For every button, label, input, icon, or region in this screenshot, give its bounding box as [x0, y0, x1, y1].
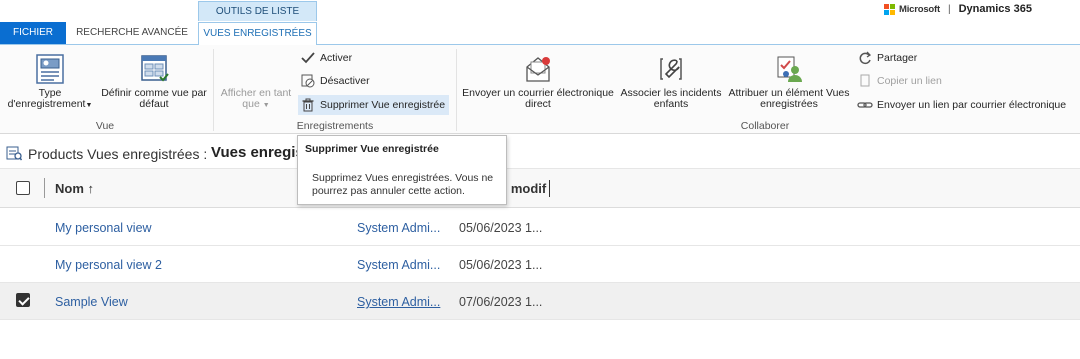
- row-owner-link[interactable]: System Admi...: [357, 221, 443, 235]
- display-as-label-2: que: [242, 98, 260, 110]
- email-link-button[interactable]: Envoyer un lien par courrier électroniqu…: [857, 95, 1066, 115]
- group-label-enregistrements: Enregistrements: [296, 120, 374, 132]
- chevron-down-icon: ▼: [262, 102, 270, 109]
- table-row[interactable]: Sample View System Admi... 07/06/2023 1.…: [0, 283, 1080, 320]
- group-label-vue: Vue: [95, 120, 115, 132]
- group-divider: [213, 49, 214, 131]
- copy-link-label: Copier un lien: [877, 75, 942, 87]
- grid-title-bar: Products Vues enregistrées : Vues enregi…: [0, 139, 1080, 167]
- column-resize-handle[interactable]: [549, 180, 550, 197]
- trash-icon: [300, 97, 316, 113]
- group-label-collaborer: Collaborer: [740, 120, 790, 132]
- record-type-icon: [36, 54, 64, 84]
- tooltip-title: Supprimer Vue enregistrée: [305, 143, 439, 155]
- display-as-button[interactable]: Afficher en tant que ▼: [216, 88, 296, 111]
- delete-view-tooltip: Supprimer Vue enregistrée Supprimez Vues…: [297, 135, 507, 205]
- envelope-icon: [526, 57, 550, 82]
- tab-vues-enregistrees[interactable]: VUES ENREGISTRÉES: [198, 22, 317, 45]
- assign-user-icon: [777, 56, 802, 82]
- tooltip-body: Supprimez Vues enregistrées. Vous ne pou…: [312, 172, 494, 197]
- row-name-link[interactable]: My personal view 2: [55, 258, 162, 272]
- row-modified-date: 07/06/2023 1...: [459, 295, 543, 309]
- set-default-label-2: défaut: [139, 98, 169, 110]
- microsoft-label: Microsoft: [899, 3, 940, 15]
- command-ribbon: Type d'enregistrement▼ Définir comme vue…: [0, 44, 1080, 134]
- copy-link-icon: [857, 73, 873, 89]
- saved-view-icon: [6, 146, 22, 161]
- column-header-name[interactable]: Nom ↑: [55, 181, 94, 196]
- grid-column-header: Nom ↑ e modif: [0, 168, 1080, 208]
- assign-saved-view-button[interactable]: Attribuer un élément Vues enregistrées: [724, 53, 854, 110]
- tab-fichier[interactable]: FICHIER: [0, 22, 66, 44]
- associate-label-2: enfants: [653, 98, 689, 110]
- copy-link-button[interactable]: Copier un lien: [857, 71, 942, 91]
- send-direct-email-button[interactable]: Envoyer un courrier électronique direct: [458, 53, 618, 110]
- set-default-view-icon: [141, 55, 169, 82]
- share-label: Partager: [877, 52, 918, 64]
- tab-recherche-avancee[interactable]: RECHERCHE AVANCÉE: [66, 22, 198, 44]
- row-name-link[interactable]: My personal view: [55, 221, 152, 235]
- row-modified-date: 05/06/2023 1...: [459, 221, 543, 235]
- row-modified-date: 05/06/2023 1...: [459, 258, 543, 272]
- deactivate-label: Désactiver: [320, 75, 370, 87]
- row-checkbox[interactable]: [16, 293, 30, 307]
- context-group-label: OUTILS DE LISTE: [198, 1, 317, 21]
- select-all-checkbox[interactable]: [16, 181, 30, 195]
- row-owner-link[interactable]: System Admi...: [357, 258, 443, 272]
- share-button[interactable]: Partager: [857, 48, 917, 68]
- microsoft-logo-icon: [884, 3, 895, 15]
- delete-saved-view-button[interactable]: Supprimer Vue enregistrée: [298, 95, 450, 115]
- set-default-view-button[interactable]: Définir comme vue par défaut: [98, 53, 210, 110]
- top-tab-strip: OUTILS DE LISTE FICHIER RECHERCHE AVANCÉ…: [0, 0, 1080, 45]
- checkmark-icon: [300, 50, 316, 66]
- send-email-label-2: direct: [525, 98, 551, 110]
- record-type-label-2: d'enregistrement: [7, 98, 86, 110]
- table-row[interactable]: My personal view System Admi... 05/06/20…: [0, 209, 1080, 246]
- deactivate-button[interactable]: Désactiver: [300, 71, 370, 91]
- row-owner-link[interactable]: System Admi...: [357, 295, 443, 309]
- share-icon: [857, 50, 873, 66]
- entity-label: Products Vues enregistrées :: [28, 146, 208, 162]
- wrench-icon: [660, 58, 682, 80]
- dynamics-365-label[interactable]: Dynamics 365: [959, 3, 1032, 15]
- brand-separator: |: [947, 3, 951, 15]
- group-divider: [456, 49, 457, 131]
- chevron-down-icon: ▼: [85, 102, 93, 109]
- brand-header: Microsoft | Dynamics 365: [884, 2, 1032, 16]
- email-link-label: Envoyer un lien par courrier électroniqu…: [877, 99, 1067, 111]
- column-divider: [44, 178, 45, 198]
- link-icon: [857, 97, 873, 113]
- view-selector[interactable]: Vues enregis: [211, 144, 304, 161]
- activate-label: Activer: [320, 52, 353, 64]
- record-type-button[interactable]: Type d'enregistrement▼: [2, 53, 98, 111]
- assign-label-2: enregistrées: [760, 98, 818, 110]
- deactivate-icon: [300, 73, 316, 89]
- row-name-link[interactable]: Sample View: [55, 295, 128, 309]
- associate-child-cases-button[interactable]: Associer les incidents enfants: [618, 53, 724, 110]
- table-row[interactable]: My personal view 2 System Admi... 05/06/…: [0, 246, 1080, 283]
- delete-saved-view-label: Supprimer Vue enregistrée: [320, 99, 446, 111]
- activate-button[interactable]: Activer: [300, 48, 352, 68]
